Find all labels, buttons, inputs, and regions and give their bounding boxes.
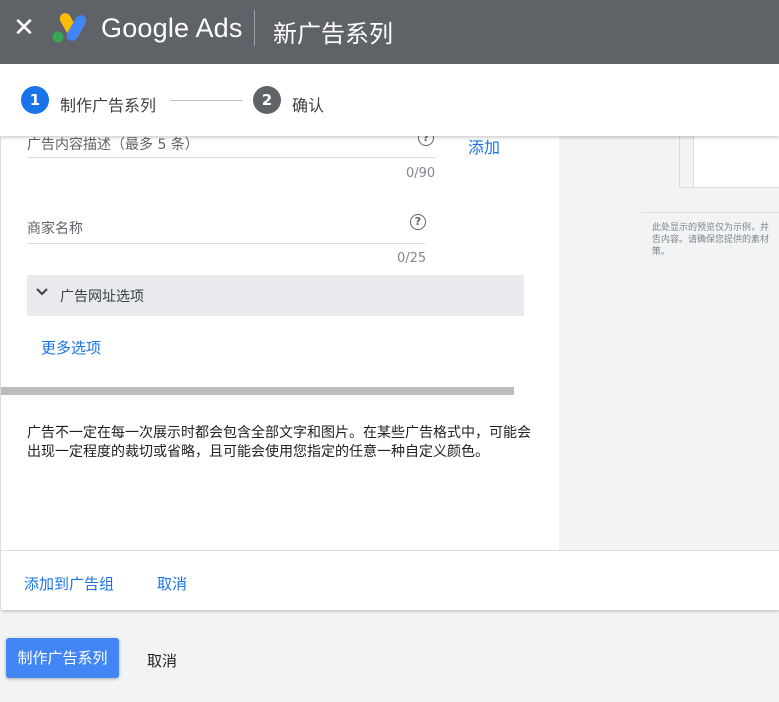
help-icon[interactable]: ? bbox=[410, 214, 426, 230]
create-campaign-button[interactable]: 制作广告系列 bbox=[6, 638, 119, 678]
step-1-indicator: 1 bbox=[21, 86, 49, 114]
add-to-ad-group-button[interactable]: 添加到广告组 bbox=[24, 573, 114, 594]
card-footer-divider bbox=[1, 550, 779, 551]
more-options-link[interactable]: 更多选项 bbox=[41, 337, 101, 358]
preview-note-line: 此处显示的预览仅为示例，并 bbox=[652, 223, 770, 233]
business-name-field[interactable]: 商家名称 bbox=[27, 218, 83, 238]
url-options-expander[interactable]: 广告网址选项 bbox=[27, 275, 524, 316]
close-icon[interactable]: ✕ bbox=[13, 15, 35, 41]
card-cancel-button[interactable]: 取消 bbox=[157, 573, 187, 594]
business-name-counter: 0/25 bbox=[397, 251, 427, 266]
step-connector bbox=[170, 100, 242, 101]
google-ads-logo bbox=[52, 13, 87, 43]
description-underline bbox=[27, 157, 435, 158]
horizontal-scrollbar[interactable] bbox=[1, 387, 514, 395]
step-2-label[interactable]: 确认 bbox=[292, 92, 324, 116]
business-name-underline bbox=[27, 243, 425, 244]
description-counter: 0/90 bbox=[406, 166, 436, 181]
app-header: ✕ Google Ads 新广告系列 bbox=[0, 0, 779, 64]
preview-divider bbox=[641, 212, 779, 213]
cancel-button[interactable]: 取消 bbox=[147, 650, 177, 671]
ad-disclaimer: 广告不一定在每一次展示时都会包含全部文字和图片。在某些广告格式中，可能会出现一定… bbox=[27, 425, 531, 460]
preview-note-line: 告内容。请确保您提供的素材 bbox=[652, 235, 770, 245]
chevron-down-icon bbox=[36, 288, 48, 296]
brand-name: Google Ads bbox=[101, 13, 243, 43]
preview-disclaimer: 此处显示的预览仅为示例，并 告内容。请确保您提供的素材 策。 bbox=[652, 222, 779, 258]
preview-note-line: 策。 bbox=[652, 247, 671, 257]
ad-editor-card: 此处显示的预览仅为示例，并 告内容。请确保您提供的素材 策。 广告内容描述（最多… bbox=[1, 130, 779, 610]
preview-device-screen bbox=[693, 136, 779, 188]
step-1-label[interactable]: 制作广告系列 bbox=[60, 92, 156, 116]
description-field[interactable]: 广告内容描述（最多 5 条） bbox=[27, 134, 199, 154]
url-options-label: 广告网址选项 bbox=[60, 289, 144, 305]
stepper: 1 制作广告系列 2 确认 bbox=[0, 64, 779, 136]
ad-preview-panel: 此处显示的预览仅为示例，并 告内容。请确保您提供的素材 策。 bbox=[559, 136, 779, 550]
page-title: 新广告系列 bbox=[273, 20, 393, 48]
add-description-link[interactable]: 添加 bbox=[468, 134, 500, 158]
step-2-indicator: 2 bbox=[253, 86, 281, 114]
header-divider bbox=[254, 10, 255, 46]
